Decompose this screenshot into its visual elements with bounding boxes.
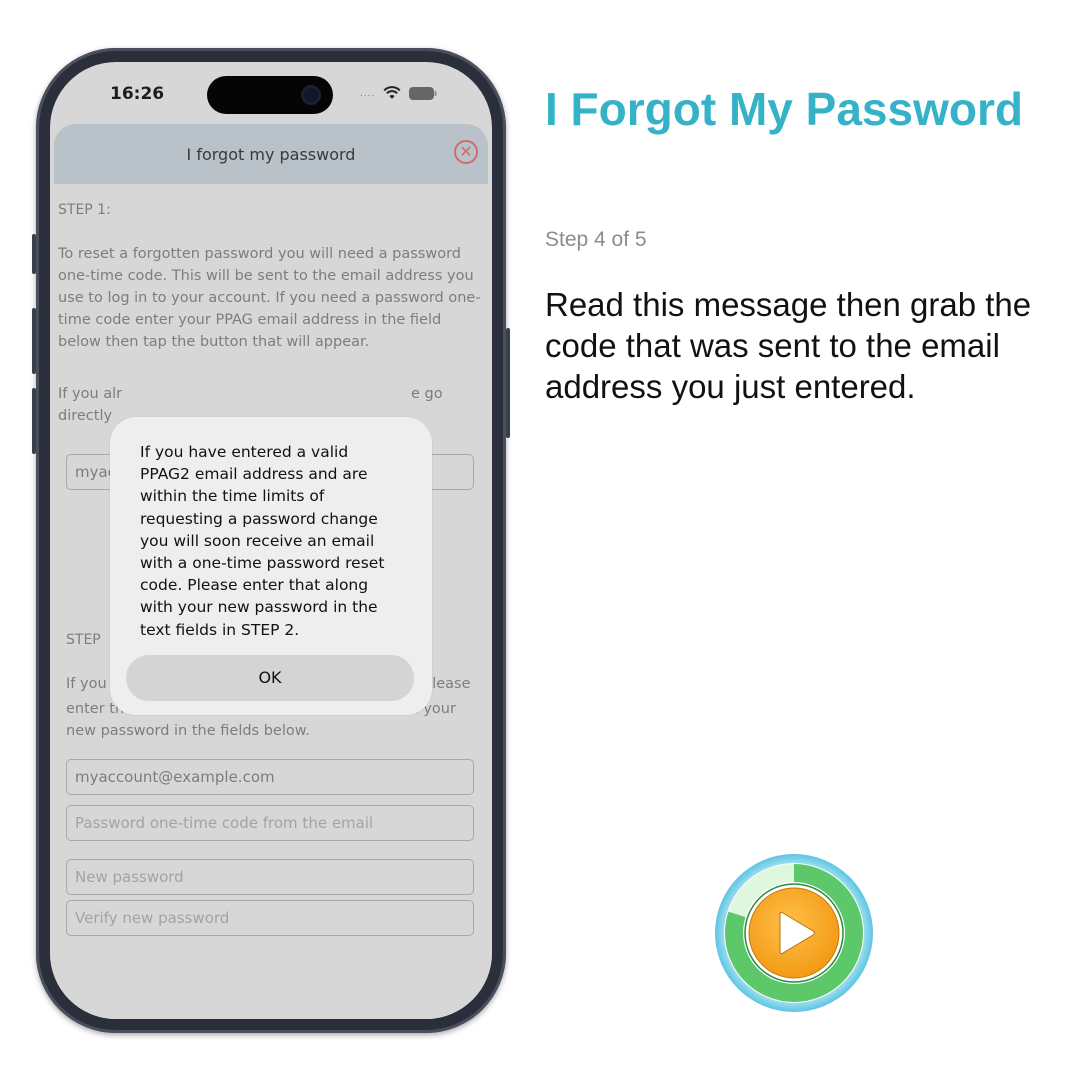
step1-partial-line1-end: e go xyxy=(411,386,443,402)
volume-up-button xyxy=(32,308,36,374)
step1-partial-line2: directly xyxy=(58,408,113,424)
one-time-code-field[interactable]: Password one-time code from the email xyxy=(66,805,474,841)
step2-email-field[interactable]: myaccount@example.com xyxy=(66,759,474,795)
page-title: I Forgot My Password xyxy=(545,83,1023,135)
phone-screen: 16:26 .... I forgot my password ✕ STEP 1… xyxy=(50,62,492,1019)
dynamic-island xyxy=(207,76,333,114)
step1-label: STEP 1: xyxy=(58,202,111,218)
instruction-text: Read this message then grab the code tha… xyxy=(545,286,1032,405)
action-button xyxy=(32,234,36,274)
verify-password-field[interactable]: Verify new password xyxy=(66,900,474,936)
alert-message: If you have entered a valid PPAG2 email … xyxy=(140,443,385,639)
volume-down-button xyxy=(32,388,36,454)
signal-dots-icon: .... xyxy=(360,87,376,99)
battery-icon xyxy=(409,86,437,100)
status-time: 16:26 xyxy=(110,84,165,104)
sheet-title: I forgot my password xyxy=(186,145,356,164)
step1-paragraph: To reset a forgotten password you will n… xyxy=(58,246,481,350)
new-password-field[interactable]: New password xyxy=(66,859,474,895)
step2-label: STEP xyxy=(66,632,101,648)
phone-frame: 16:26 .... I forgot my password ✕ STEP 1… xyxy=(32,48,510,1033)
close-icon[interactable]: ✕ xyxy=(454,140,478,164)
wifi-icon xyxy=(383,86,401,100)
camera-icon xyxy=(301,85,321,105)
alert-ok-button[interactable]: OK xyxy=(126,655,414,701)
step1-partial-line1: If you alr xyxy=(58,386,123,402)
step-indicator: Step 4 of 5 xyxy=(545,228,647,251)
play-button[interactable] xyxy=(714,853,874,1013)
alert-dialog: If you have entered a valid PPAG2 email … xyxy=(110,417,432,715)
power-button xyxy=(506,328,510,438)
sheet-header: I forgot my password xyxy=(54,124,488,184)
status-icons: .... xyxy=(360,86,437,100)
status-bar: 16:26 .... xyxy=(50,62,492,126)
